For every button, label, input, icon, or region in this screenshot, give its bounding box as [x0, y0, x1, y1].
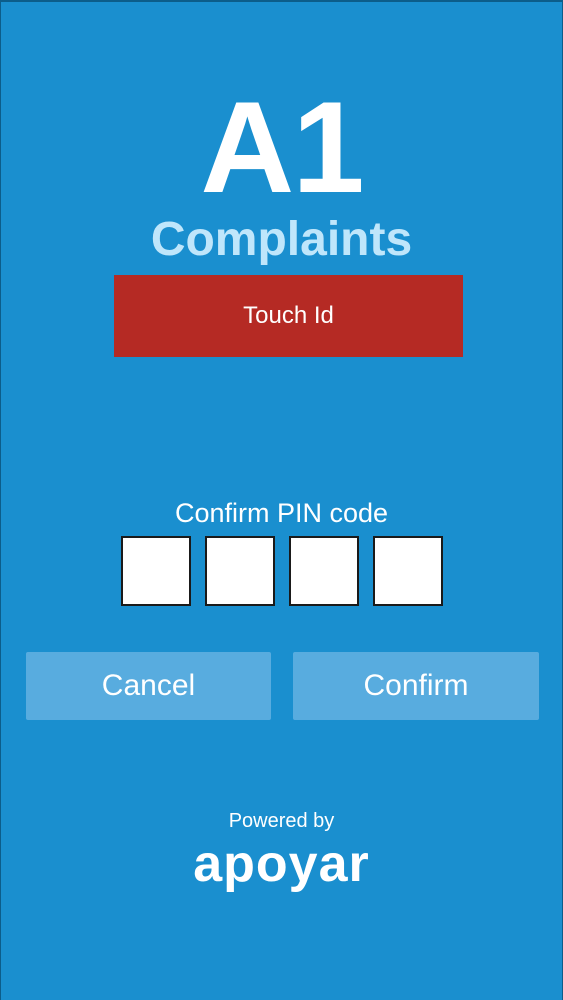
touch-id-button[interactable]: Touch Id: [114, 275, 463, 357]
pin-digit-2[interactable]: [205, 536, 275, 606]
pin-digit-1[interactable]: [121, 536, 191, 606]
powered-by-label: Powered by: [228, 810, 335, 832]
pin-digit-4[interactable]: [373, 536, 443, 606]
app-logo-subtitle: Complaints: [150, 213, 413, 266]
pin-input-row: [121, 536, 445, 606]
pin-digit-3[interactable]: [289, 536, 359, 606]
pin-label: Confirm PIN code: [174, 498, 389, 528]
apoyar-logo: apoyar: [193, 835, 370, 893]
cancel-button[interactable]: Cancel: [26, 652, 271, 720]
app-logo-title: A1: [200, 74, 364, 220]
confirm-button[interactable]: Confirm: [293, 652, 539, 720]
pin-confirm-screen: A1 Complaints Touch Id Confirm PIN code …: [0, 0, 563, 1000]
